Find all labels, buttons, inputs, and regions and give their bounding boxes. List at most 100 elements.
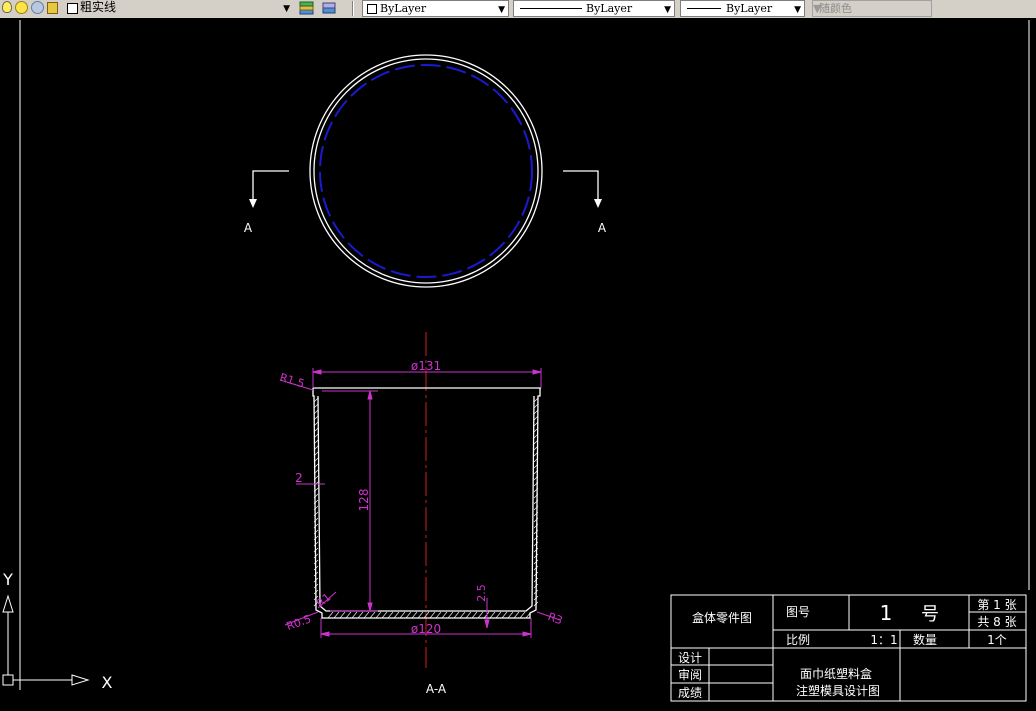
hatch-line	[465, 611, 472, 619]
dim-text-outer-dia: ø131	[411, 359, 441, 373]
hatch-line	[345, 611, 352, 619]
layer-color-swatch	[67, 3, 78, 14]
outer-rim-circle	[309, 54, 543, 288]
hatch-line	[495, 611, 502, 619]
linetype-value: ByLayer	[586, 2, 633, 15]
grade-label: 成绩	[678, 686, 702, 700]
hatch-line	[435, 611, 442, 619]
hatch-line	[411, 611, 418, 619]
hatch-line	[375, 611, 382, 619]
top-view	[309, 54, 543, 288]
dim-arrow	[320, 631, 330, 637]
hatch-line	[381, 611, 388, 619]
dim-text-r3: R3	[546, 610, 564, 627]
hatch-line	[441, 611, 448, 619]
dim-arrow	[367, 390, 373, 400]
lineweight-sample	[687, 8, 721, 9]
section-marker-right: A	[563, 170, 607, 235]
hatch-line	[313, 535, 319, 541]
color-value: ByLayer	[380, 2, 427, 15]
lock-icon[interactable]	[47, 2, 58, 14]
plotstyle-control: 随颜色 ▼	[812, 0, 932, 17]
sheet-number: 第 1 张	[977, 598, 1016, 612]
hatch-line	[387, 611, 394, 619]
drawing-no-value: 1	[880, 601, 893, 625]
quantity-label: 数量	[913, 632, 937, 647]
properties-toolbar: 粗实线 ▼ ByLayer ▼ ByLayer ▼ ByLayer ▼ 随颜色 …	[0, 0, 1036, 19]
hatch-line	[417, 611, 424, 619]
layer-states-icon[interactable]	[298, 1, 316, 16]
quantity-value: 1个	[987, 633, 1007, 647]
hatch-line	[393, 611, 400, 619]
chevron-down-icon[interactable]: ▼	[283, 2, 290, 17]
dim-text-r15: R1.5	[278, 371, 306, 391]
design-label: 设计	[678, 651, 702, 665]
plotstyle-value: 随颜色	[819, 2, 852, 15]
review-label: 审阅	[678, 667, 702, 682]
part-name: 盒体零件图	[692, 610, 752, 625]
lightbulb-icon[interactable]	[2, 1, 12, 13]
layer-name: 粗实线	[80, 0, 117, 14]
sheet-total: 共 8 张	[977, 615, 1016, 629]
hatch-line	[351, 611, 358, 619]
dim-text-r1: R1	[314, 591, 334, 610]
hidden-circle	[319, 64, 533, 278]
dim-text-bottom-dia: ø120	[411, 622, 441, 636]
hatch-line	[339, 611, 346, 619]
hatch-line	[399, 611, 406, 619]
section-view-label: A-A	[426, 682, 447, 696]
sun-icon[interactable]	[15, 1, 28, 14]
layer-control[interactable]: 粗实线 ▼	[0, 0, 290, 17]
hatch-line	[477, 611, 484, 619]
color-control[interactable]: ByLayer ▼	[362, 0, 509, 17]
hatch-line	[369, 611, 376, 619]
drawing-canvas[interactable]: A A ø131 ø120 128 2 2.5 R1.5 R1 R0.5 R3 …	[0, 18, 1036, 707]
layer-previous-icon[interactable]	[320, 1, 338, 16]
section-view: ø131 ø120 128 2 2.5 R1.5 R1 R0.5 R3 A-A	[278, 332, 564, 696]
dim-text-height: 128	[357, 489, 371, 512]
dim-arrow	[522, 631, 532, 637]
hatch-line	[327, 611, 334, 619]
chevron-down-icon[interactable]: ▼	[664, 3, 671, 18]
hatch-line	[519, 611, 526, 619]
hatch-line	[533, 529, 539, 535]
linetype-control[interactable]: ByLayer ▼	[513, 0, 675, 17]
hatch-line	[405, 611, 412, 619]
drawing-no-unit: 号	[921, 604, 939, 625]
hatch-line	[489, 611, 496, 619]
viewport-freeze-icon[interactable]	[31, 1, 44, 14]
section-letter-left: A	[244, 221, 253, 235]
hatch-bottom	[327, 611, 532, 619]
hatch-line	[429, 611, 436, 619]
hatch-line	[447, 611, 454, 619]
chevron-down-icon[interactable]: ▼	[794, 3, 801, 18]
dim-text-bottom: 2.5	[475, 584, 488, 602]
lineweight-control[interactable]: ByLayer ▼	[680, 0, 805, 17]
chevron-down-icon[interactable]: ▼	[498, 3, 505, 18]
ucs-icon	[2, 594, 90, 686]
project-title-line2: 注塑模具设计图	[796, 683, 880, 698]
dim-text-wall: 2	[295, 471, 303, 485]
layers-previous-icon	[322, 2, 336, 14]
hatch-line	[471, 611, 478, 619]
scale-value: 1：1	[870, 633, 897, 647]
dim-text-r05: R0.5	[285, 612, 313, 633]
section-letter-right: A	[598, 221, 607, 235]
dim-arrow	[532, 369, 542, 375]
dim-arrow	[484, 619, 490, 629]
color-swatch	[367, 4, 377, 14]
lineweight-value: ByLayer	[726, 2, 773, 15]
dim-arrow	[312, 369, 322, 375]
hatch-line	[459, 611, 466, 619]
scale-label: 比例	[786, 633, 810, 647]
hatch-line	[313, 529, 319, 535]
ucs-y-label: Y	[2, 570, 13, 589]
hatch-line	[363, 611, 370, 619]
hatch-line	[507, 611, 514, 619]
toolbar-separator	[352, 1, 354, 16]
hatch-line	[453, 611, 460, 619]
drawing-area[interactable]: A A ø131 ø120 128 2 2.5 R1.5 R1 R0.5 R3 …	[0, 18, 1036, 707]
section-marker-left: A	[244, 170, 289, 235]
dim-arrow	[367, 602, 373, 612]
drawing-no-label: 图号	[786, 605, 810, 619]
